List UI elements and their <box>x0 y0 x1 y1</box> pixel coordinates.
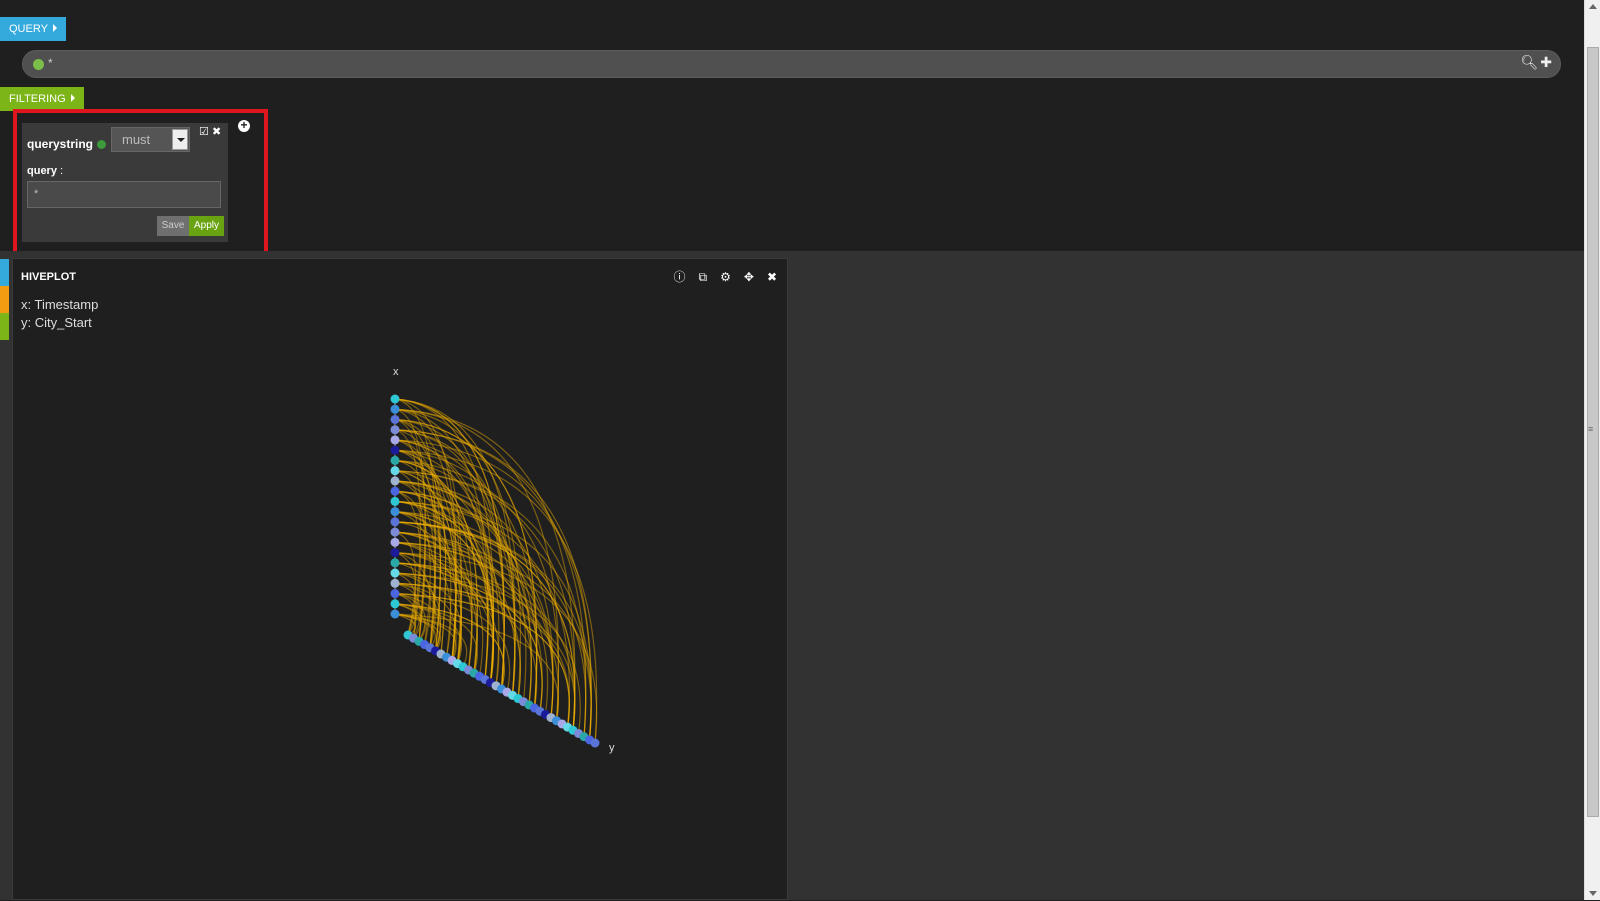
row-tab-green[interactable] <box>0 313 9 340</box>
x-axis-node <box>390 589 400 599</box>
close-icon[interactable]: ✖ <box>212 126 221 138</box>
x-axis-node <box>390 404 400 414</box>
caret-right-icon <box>52 24 57 32</box>
chevron-down-icon[interactable] <box>172 129 188 150</box>
x-axis-node <box>390 414 400 424</box>
x-axis-node <box>390 578 400 588</box>
row-tab-orange[interactable] <box>0 286 9 313</box>
x-axis-node <box>390 568 400 578</box>
save-button[interactable]: Save <box>157 216 189 236</box>
vertical-scrollbar[interactable]: ≡ <box>1584 0 1600 900</box>
x-axis-node <box>390 517 400 527</box>
x-axis-label: x <box>393 366 399 378</box>
query-tab[interactable]: QUERY <box>0 17 66 41</box>
filter-mode-select[interactable]: must <box>111 127 190 152</box>
filtering-tab[interactable]: FILTERING <box>0 87 84 111</box>
x-axis-node <box>390 466 400 476</box>
x-axis-node <box>390 486 400 496</box>
top-toolbar-area: QUERY * 🔍︎ ✚ FILTERING querystring must ☑… <box>0 0 1584 255</box>
add-filter-icon[interactable]: + <box>238 119 250 132</box>
row-tab-blue[interactable] <box>0 259 9 286</box>
x-axis-node <box>390 527 400 537</box>
scroll-down-icon[interactable] <box>1589 891 1597 896</box>
add-query-icon[interactable]: ✚ <box>1540 54 1552 70</box>
x-axis-node <box>390 476 400 486</box>
hiveplot-panel: HIVEPLOT ⓘ ⧉ ⚙ ✥ ✖ x: Timestamp y: City_Star… <box>12 258 788 900</box>
x-axis-node <box>390 394 400 404</box>
x-axis-node <box>390 548 400 558</box>
x-axis-node <box>390 435 400 445</box>
filter-status-dot <box>97 140 106 149</box>
x-axis-node <box>390 507 400 517</box>
x-axis-node <box>390 599 400 609</box>
x-axis-node <box>390 558 400 568</box>
filtering-tab-label: FILTERING <box>9 93 66 105</box>
filter-type-label: querystring <box>27 137 94 151</box>
search-input[interactable]: * <box>48 56 53 70</box>
hiveplot-links <box>394 398 598 744</box>
x-axis-node <box>390 496 400 506</box>
grip-icon: ≡ <box>1588 424 1594 434</box>
search-icon[interactable]: 🔍︎ <box>1520 54 1538 70</box>
query-tab-label: QUERY <box>9 23 48 35</box>
y-axis-label: y <box>609 742 615 754</box>
x-axis-node <box>390 455 400 465</box>
filter-card: querystring must ☑ ✖ query : * Save Appl… <box>22 123 228 242</box>
query-field-value: * <box>34 188 39 200</box>
caret-right-icon <box>70 94 75 102</box>
filter-mode-value: must <box>122 132 151 147</box>
row-side-tabs <box>0 259 9 340</box>
query-color-dot[interactable] <box>33 59 44 70</box>
query-field[interactable]: * <box>27 181 221 208</box>
x-axis-node <box>390 609 400 619</box>
query-label: query : <box>27 165 64 177</box>
hiveplot-chart: xy <box>390 366 615 754</box>
x-axis-node <box>390 445 400 455</box>
y-axis-node <box>590 738 600 748</box>
toggle-filter-icon[interactable]: ☑ <box>199 126 209 138</box>
x-axis-node <box>390 537 400 547</box>
apply-button[interactable]: Apply <box>189 216 224 236</box>
x-axis-node <box>390 425 400 435</box>
scroll-up-icon[interactable] <box>1589 4 1597 9</box>
search-bar[interactable]: * 🔍︎ ✚ <box>22 50 1561 78</box>
